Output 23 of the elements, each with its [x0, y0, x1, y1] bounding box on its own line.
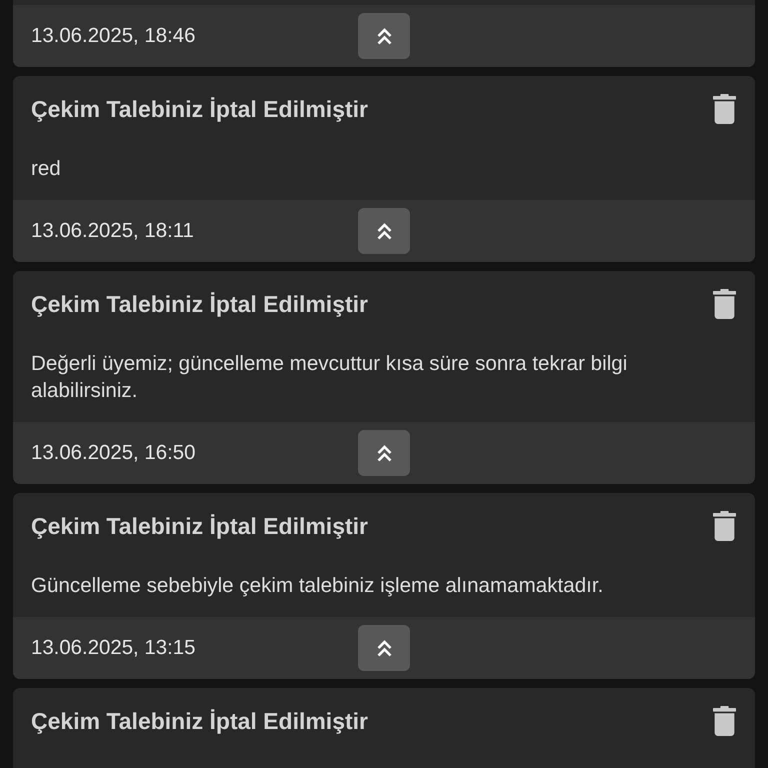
message-text: red — [31, 156, 62, 182]
chevrons-up-icon — [376, 222, 392, 240]
collapse-button[interactable] — [358, 208, 410, 254]
message-text: Değerli üyemiz; güncelleme mevcuttur kısa süre sonra tekrar bilgi alabilirsiniz. — [31, 351, 628, 404]
date-text: 13.06.2025, 16:50 — [31, 442, 196, 464]
chevrons-up-icon — [376, 28, 392, 44]
collapse-button[interactable] — [358, 430, 410, 476]
collapse-button[interactable] — [358, 625, 410, 671]
chevrons-up-icon — [376, 640, 392, 656]
trash-icon[interactable] — [713, 706, 736, 736]
date-text: 13.06.2025, 13:15 — [31, 636, 196, 660]
card-title: Çekim Talebiniz İptal Edilmiştir — [31, 290, 368, 319]
trash-icon[interactable] — [713, 289, 736, 319]
collapse-button[interactable] — [358, 13, 410, 59]
message-text: Güncelleme sebebiyle çekim talebiniz işleme alınamamaktadır. — [31, 573, 604, 599]
card-title: Çekim Talebiniz İptal Edilmiştir — [31, 512, 368, 541]
card-title: Çekim Talebiniz İptal Edilmiştir — [31, 707, 368, 736]
date-text: 13.06.2025, 18:46 — [31, 24, 196, 48]
date-text: 13.06.2025, 18:11 — [31, 220, 194, 242]
trash-icon[interactable] — [713, 94, 736, 124]
card-title: Çekim Talebiniz İptal Edilmiştir — [31, 95, 368, 124]
trash-icon[interactable] — [713, 511, 736, 541]
chevrons-up-icon — [376, 444, 392, 462]
